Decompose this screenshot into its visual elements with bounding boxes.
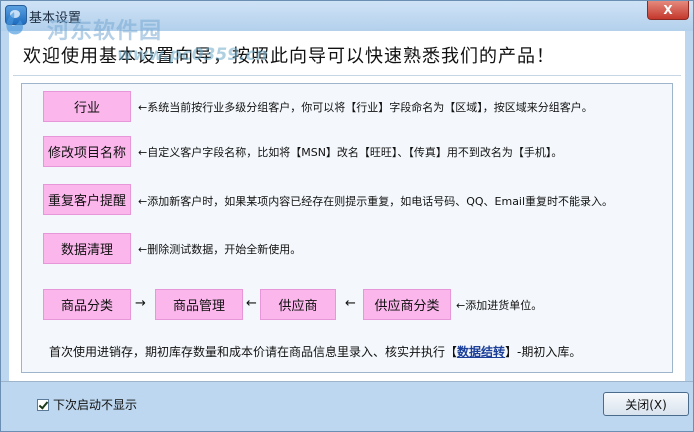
- product-management-button[interactable]: 商品管理: [155, 289, 243, 320]
- dont-show-again-checkbox[interactable]: [37, 398, 49, 411]
- watermark-site-name: 河东软件园: [47, 19, 163, 44]
- dont-show-again-option[interactable]: 下次启动不显示: [37, 396, 137, 413]
- dont-show-again-label[interactable]: 下次启动不显示: [53, 396, 137, 413]
- flow-arrow-right: →: [135, 296, 146, 311]
- industry-button[interactable]: 行业: [43, 91, 131, 122]
- duplicate-reminder-button[interactable]: 重复客户提醒: [43, 184, 131, 215]
- note-text-after: 】-期初入库。: [505, 345, 582, 359]
- note-text-before: 首次使用进销存，期初库存数量和成本价请在商品信息里录入、核实并执行【: [49, 345, 458, 359]
- watermark-url: www.pc0359.cn: [117, 45, 268, 65]
- data-cleanup-button[interactable]: 数据清理: [43, 233, 131, 264]
- settings-panel: 行业 ←系统当前按行业多级分组客户，你可以将【行业】字段命名为【区域】，按区域来…: [21, 83, 673, 373]
- supplier-button[interactable]: 供应商: [260, 289, 336, 320]
- rename-fields-description: ←自定义客户字段名称，比如将【MSN】改名【旺旺】、【传真】用不到改名为【手机】…: [138, 146, 563, 159]
- dialog-content: 欢迎使用基本设置向导，按照此向导可以快速熟悉我们的产品！ 行业 ←系统当前按行业…: [9, 31, 685, 381]
- duplicate-reminder-description: ←添加新客户时，如果某项内容已经存在则提示重复，如电话号码、QQ、Email重复…: [138, 195, 614, 208]
- flow-arrow-left-2: ←: [345, 296, 356, 311]
- dialog-window: 基本设置 X 欢迎使用基本设置向导，按照此向导可以快速熟悉我们的产品！ 行业 ←…: [0, 0, 694, 432]
- supplier-category-description: ←添加进货单位。: [456, 299, 543, 312]
- window-close-button[interactable]: X: [647, 1, 689, 20]
- watermark-logo-icon: [6, 12, 23, 35]
- data-cleanup-description: ←删除测试数据，开始全新使用。: [138, 243, 302, 256]
- rename-fields-button[interactable]: 修改项目名称: [43, 136, 131, 167]
- supplier-category-button[interactable]: 供应商分类: [363, 289, 451, 320]
- close-button[interactable]: 关闭(X): [603, 392, 689, 416]
- product-category-button[interactable]: 商品分类: [43, 289, 131, 320]
- initial-stock-note: 首次使用进销存，期初库存数量和成本价请在商品信息里录入、核实并执行【数据结转】-…: [49, 343, 581, 360]
- footer-divider: [1, 381, 693, 382]
- data-carryover-link[interactable]: 数据结转: [457, 345, 505, 359]
- welcome-headline: 欢迎使用基本设置向导，按照此向导可以快速熟悉我们的产品！: [23, 46, 555, 67]
- industry-description: ←系统当前按行业多级分组客户，你可以将【行业】字段命名为【区域】，按区域来分组客…: [138, 101, 593, 114]
- headline-divider: [13, 75, 681, 76]
- flow-arrow-left-1: ←: [246, 296, 257, 311]
